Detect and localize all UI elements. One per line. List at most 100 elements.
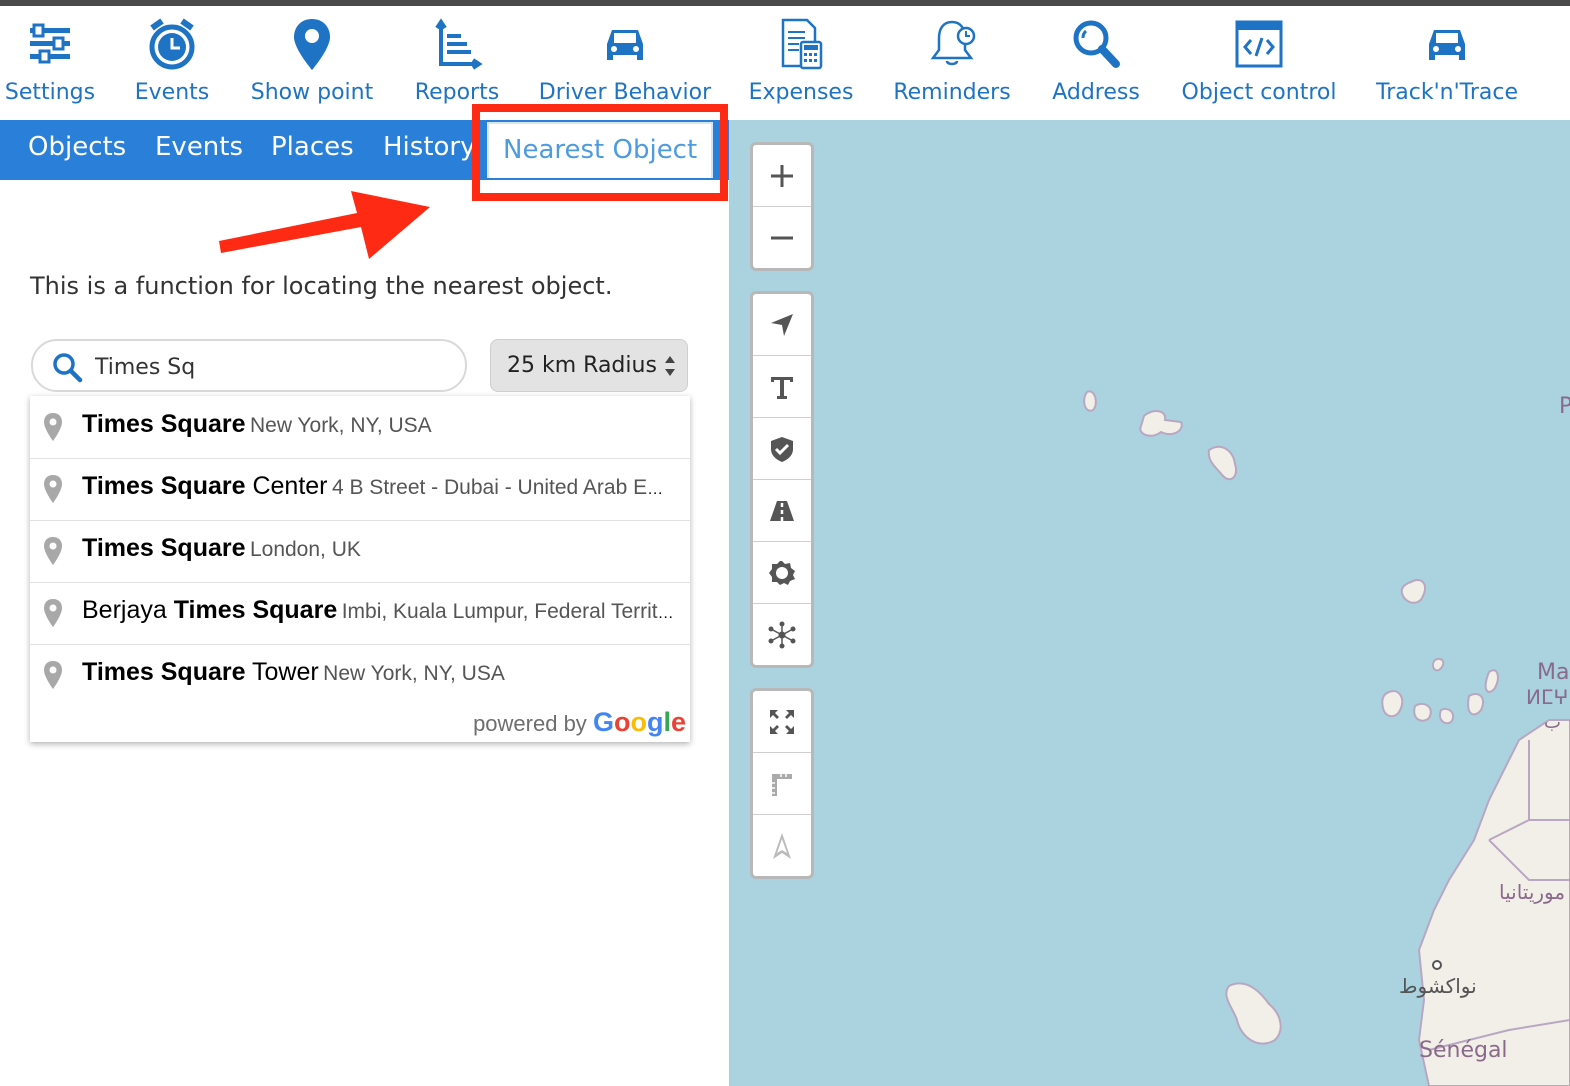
suggestion-match: Times Square [82,658,246,686]
toolbar-show-point-button[interactable]: Show point [242,6,382,120]
suggestion-secondary: New York, NY, USA [249,414,432,437]
map-pin-icon [44,599,62,627]
calculator-document-icon [781,18,823,70]
map-pin-icon [294,19,330,70]
suggestion-item[interactable]: Berjaya Times Square Imbi, Kuala Lumpur,… [30,582,690,645]
tab-events[interactable]: Events [155,120,243,180]
tab-objects[interactable]: Objects [28,120,126,180]
toolbar-label: Driver Behavior [538,80,712,105]
search-icon [53,353,83,383]
toolbar-label: Reports [414,80,500,105]
toolbar-address-button[interactable]: Address [1046,6,1146,120]
map-label-p: P [1559,394,1570,419]
toolbar-label: Show point [250,80,374,105]
suggestion-suffix: Center [245,472,328,500]
places-autocomplete-dropdown: Times Square New York, NY, USA Times Squ… [30,396,690,742]
shield-check-icon [771,437,793,462]
suggestion-item[interactable]: Times Square London, UK [30,520,690,583]
alarm-clock-icon [149,18,195,70]
toolbar-label: Object control [1181,80,1337,105]
map-label-ma-tifinagh: ⵍⵎⵖ [1526,685,1569,709]
radius-select[interactable]: 25 km Radius [490,339,688,392]
tab-nearest-object[interactable]: Nearest Object [487,122,714,178]
toolbar-reminders-button[interactable]: Reminders [890,6,1014,120]
cluster-button[interactable] [753,604,811,665]
map-label-ma: Ma [1537,660,1570,685]
radius-selected-value: 25 km Radius [507,353,657,378]
toolbar-events-button[interactable]: Events [122,6,222,120]
suggestion-item[interactable]: Times Square Center 4 B Street - Dubai -… [30,458,690,521]
tab-places[interactable]: Places [271,120,354,180]
toolbar-label: Track'n'Trace [1376,80,1518,105]
fullscreen-icon [770,710,794,734]
suggestion-secondary: Imbi, Kuala Lumpur, Federal Territory of… [341,600,678,623]
sidebar-tab-bar: Objects Events Places History Nearest Ob… [0,120,729,180]
map-settings-button[interactable] [753,542,811,604]
magnifier-icon [1073,20,1120,68]
toolbar-track-n-trace-button[interactable]: Track'n'Trace [1374,6,1520,120]
location-search-box[interactable] [31,339,467,392]
map-label-nouakchott: نواكشوط [1399,974,1477,998]
map-label-mauritania: موريتانيا [1499,880,1566,904]
sliders-icon [30,23,70,64]
settings-gear-icon [769,561,795,585]
cluster-icon [768,621,796,649]
google-wordmark: Google [592,707,686,737]
suggestion-prefix: Berjaya [82,596,174,624]
compass-icon [773,833,791,859]
zoom-in-button[interactable] [753,145,811,207]
zoom-out-icon [771,236,793,240]
road-button[interactable] [753,480,811,542]
suggestion-match: Times Square [82,534,246,562]
toolbar-settings-button[interactable]: Settings [0,6,100,120]
map-land-and-islands [1083,390,1570,1086]
toolbar-label: Settings [4,80,96,105]
map-view[interactable]: Ma ⵍⵎⵖ ب P موريتانيا نواكشوط Sénégal [729,120,1570,1086]
map-pin-icon [44,661,62,689]
car-icon [1429,30,1465,60]
toolbar-label: Reminders [893,80,1011,105]
toolbar-expenses-button[interactable]: Expenses [745,6,857,120]
suggestion-item[interactable]: Times Square New York, NY, USA [30,396,690,459]
suggestion-match: Times Square [82,410,246,438]
toolbar-reports-button[interactable]: Reports [407,6,507,120]
suggestion-item[interactable]: Times Square Tower New York, NY, USA [30,644,690,706]
suggestion-secondary: New York, NY, USA [323,662,505,685]
map-pin-icon [44,413,62,441]
toolbar-driver-behavior-button[interactable]: Driver Behavior [538,6,712,120]
map-label-senegal: Sénégal [1419,1038,1508,1063]
powered-by-text: powered by [473,711,587,736]
road-icon [770,501,794,521]
ruler-icon [772,774,792,796]
geofence-button[interactable] [753,418,811,480]
map-tools-group [750,291,814,668]
zoom-out-button[interactable] [753,207,811,268]
compass-button[interactable] [753,815,811,876]
location-search-input[interactable] [93,349,457,385]
car-icon [607,30,643,60]
text-tool-button[interactable] [753,356,811,418]
toolbar-label: Events [134,80,210,105]
suggestion-match: Times Square [82,472,246,500]
bell-icon [930,20,976,66]
text-tool-icon [771,377,793,399]
nearest-object-description: This is a function for locating the near… [30,272,613,300]
toolbar-object-control-button[interactable]: Object control [1180,6,1338,120]
toolbar-label: Address [1052,80,1140,105]
toolbar-label: Expenses [748,80,854,105]
powered-by-google-logo: powered by Google [473,707,686,738]
suggestion-match: Times Square [173,596,338,624]
fullscreen-button[interactable] [753,691,811,753]
map-pin-icon [44,475,62,503]
zoom-in-icon [771,165,793,187]
main-toolbar: Settings Events Show point Reports Drive… [0,6,1570,120]
ruler-button[interactable] [753,753,811,815]
select-caret-icon [665,356,675,376]
navigate-button[interactable] [753,294,811,356]
navigate-arrow-icon [771,314,793,336]
suggestion-secondary: London, UK [249,538,361,561]
tab-history[interactable]: History [383,120,476,180]
suggestion-secondary: 4 B Street - Dubai - United Arab Emirate… [331,476,678,499]
zoom-control-group [750,142,814,271]
map-label-ba: ب [1544,712,1561,733]
